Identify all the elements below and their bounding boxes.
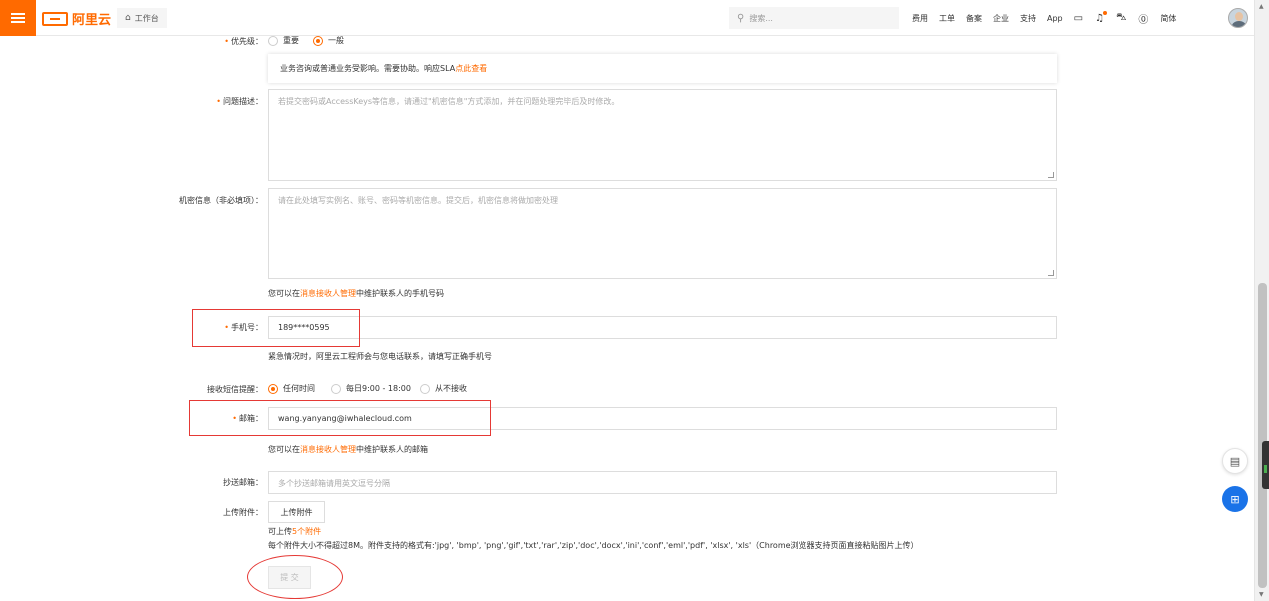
phone-label: • 手机号： <box>224 323 263 332</box>
phone-hint-link[interactable]: 消息接收人管理 <box>300 289 356 298</box>
email-hint: 您可以在消息接收人管理中维护联系人的邮箱 <box>268 445 428 454</box>
email-hint-link[interactable]: 消息接收人管理 <box>300 445 356 454</box>
phone-note: 紧急情况时，阿里云工程师会与您电话联系，请填写正确手机号 <box>268 352 492 361</box>
email-input[interactable]: wang.yanyang@iwhalecloud.com <box>268 407 1057 430</box>
workbench-label: 工作台 <box>134 13 159 23</box>
upload-attachment-button[interactable]: 上传附件 <box>268 501 325 523</box>
email-label: • 邮箱： <box>232 414 263 423</box>
radio-icon <box>420 383 430 394</box>
sla-link[interactable]: 点此查看 <box>455 63 487 74</box>
radio-icon <box>268 35 278 46</box>
help-icon[interactable]: ⓪ <box>1138 11 1148 26</box>
search-input[interactable]: ⚲ 搜索... <box>729 7 899 29</box>
resize-handle-icon[interactable] <box>1048 270 1054 276</box>
chat-button[interactable]: ▤ <box>1222 448 1248 474</box>
sms-label: 接收短信提醒： <box>207 385 263 394</box>
side-tab[interactable] <box>1262 441 1269 489</box>
nav-tickets[interactable]: 工单 <box>939 13 955 24</box>
bell-icon[interactable]: ♫ <box>1095 10 1108 24</box>
scrollbar-thumb[interactable] <box>1258 283 1267 588</box>
search-placeholder: 搜索... <box>749 13 773 23</box>
radio-icon <box>331 383 341 394</box>
secret-textarea[interactable]: 请在此处填写实例名、账号、密码等机密信息。提交后，机密信息将做加密处理 <box>268 188 1057 279</box>
priority-option-normal[interactable]: 一般 <box>313 35 344 46</box>
top-bar: 阿里云 ⌂ 工作台 ⚲ 搜索... 费用 工单 备案 企业 支持 App ▭ ♫… <box>0 0 1269 36</box>
scrollbar[interactable]: ▲ ▼ <box>1254 0 1269 601</box>
scroll-down-icon[interactable]: ▼ <box>1259 591 1264 598</box>
attachment-limit: 可上传5个附件 <box>268 527 322 536</box>
menu-icon <box>11 11 25 25</box>
home-icon: ⌂ <box>125 13 131 23</box>
radio-checked-icon <box>313 35 323 46</box>
priority-option-important[interactable]: 重要 <box>268 35 299 46</box>
avatar[interactable] <box>1228 8 1248 28</box>
top-nav: 费用 工单 备案 企业 支持 App ▭ ♫ ⛍ ⓪ 简体 <box>912 0 1187 36</box>
phone-hint: 您可以在消息接收人管理中维护联系人的手机号码 <box>268 289 444 298</box>
language-switch[interactable]: 简体 <box>1160 13 1176 24</box>
cart-icon[interactable]: ⛍ <box>1116 12 1126 25</box>
workbench-button[interactable]: ⌂ 工作台 <box>117 8 167 28</box>
attachment-label: 上传附件： <box>223 508 263 517</box>
cc-label: 抄送邮箱： <box>223 478 263 487</box>
attachment-rules: 每个附件大小不得超过8M。附件支持的格式有:'jpg', 'bmp', 'png… <box>268 541 919 550</box>
cc-input[interactable]: 多个抄送邮箱请用英文逗号分隔 <box>268 471 1057 494</box>
aliyun-logo-icon <box>42 11 68 26</box>
submit-button[interactable]: 提 交 <box>268 566 311 589</box>
sms-option-daytime[interactable]: 每日9:00 - 18:00 <box>331 383 411 394</box>
terminal-icon[interactable]: ▭ <box>1074 13 1083 24</box>
logo[interactable]: 阿里云 <box>42 9 111 28</box>
apps-button[interactable]: ⊞ <box>1222 486 1248 512</box>
search-icon: ⚲ <box>737 12 745 24</box>
secret-label: 机密信息（非必填项）： <box>179 196 263 205</box>
nav-fees[interactable]: 费用 <box>912 13 928 24</box>
nav-support[interactable]: 支持 <box>1020 13 1036 24</box>
resize-handle-icon[interactable] <box>1048 172 1054 178</box>
brand-name: 阿里云 <box>72 13 112 28</box>
scroll-up-icon[interactable]: ▲ <box>1259 3 1264 10</box>
radio-checked-icon <box>268 383 278 394</box>
description-textarea[interactable]: 若提交密码或AccessKeys等信息，请通过"机密信息"方式添加，并在问题处理… <box>268 89 1057 181</box>
nav-app[interactable]: App <box>1047 14 1063 23</box>
nav-enterprise[interactable]: 企业 <box>993 13 1009 24</box>
nav-icp[interactable]: 备案 <box>966 13 982 24</box>
sms-option-never[interactable]: 从不接收 <box>420 383 467 394</box>
priority-label: • 优先级： <box>224 37 263 46</box>
sms-option-anytime[interactable]: 任何时间 <box>268 383 315 394</box>
apps-icon: ⊞ <box>1230 492 1240 506</box>
chat-icon: ▤ <box>1229 454 1241 468</box>
sla-notice: 业务咨询或普通业务受影响。需要协助。响应SLA 点此查看 <box>268 54 1057 83</box>
ticket-form: • 优先级： 重要 一般 业务咨询或普通业务受影响。需要协助。响应SLA 点此查看 … <box>0 35 1254 601</box>
description-label: • 问题描述： <box>216 97 263 106</box>
menu-button[interactable] <box>0 0 36 36</box>
phone-input[interactable]: 189****0595 <box>268 316 1057 339</box>
